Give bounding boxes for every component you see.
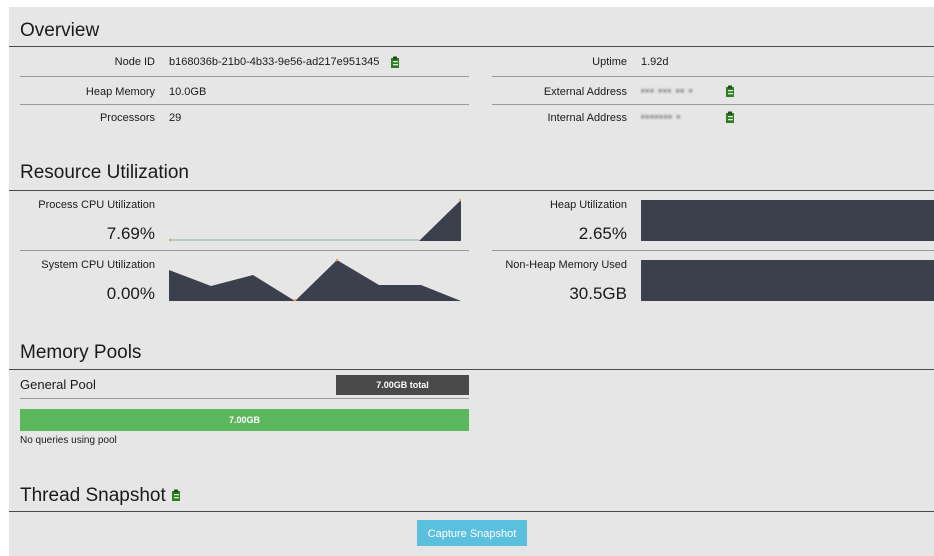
process-cpu-sparkline (169, 198, 461, 242)
internal-address-label: Internal Address (547, 112, 628, 124)
process-cpu-value: 7.69% (106, 224, 155, 243)
pool-total-badge: 7.00GB total (336, 375, 469, 395)
clipboard-icon[interactable] (170, 489, 182, 501)
non-heap-memory-value: 30.5GB (569, 284, 627, 303)
overview-row-divider (492, 76, 934, 77)
pool-usage-bar-fill: 7.00GB (20, 409, 469, 431)
overview-divider (9, 46, 934, 47)
heap-utilization-sparkline (641, 200, 934, 241)
node-id-value: b168036b-21b0-4b33-9e56-ad217e951345 (169, 56, 380, 68)
resource-divider (9, 190, 934, 191)
node-id-label: Node ID (114, 56, 155, 68)
external-address-redacted: ▪▪▪ ▪▪▪ ▪▪ ▪ (641, 86, 694, 97)
no-queries-message: No queries using pool (20, 435, 117, 446)
memory-pools-title: Memory Pools (20, 342, 142, 363)
uptime-label: Uptime (592, 56, 627, 68)
resource-row-divider (20, 250, 469, 251)
heap-utilization-value: 2.65% (578, 224, 627, 243)
system-cpu-label: System CPU Utilization (41, 259, 155, 271)
external-address-label: External Address (543, 86, 627, 98)
clipboard-icon[interactable] (724, 85, 736, 97)
thread-snapshot-title: Thread Snapshot (20, 485, 166, 506)
overview-title: Overview (20, 20, 100, 41)
capture-snapshot-button[interactable]: Capture Snapshot (417, 520, 527, 546)
heap-utilization-label: Heap Utilization (549, 199, 627, 211)
clipboard-icon[interactable] (389, 56, 401, 68)
heap-memory-value: 10.0GB (169, 86, 207, 98)
pool-usage-bar-track: 7.00GB (20, 409, 469, 431)
system-cpu-sparkline (169, 258, 461, 302)
uptime-value: 1.92d (641, 56, 669, 68)
resource-row-divider (492, 250, 934, 251)
overview-row-divider (20, 104, 469, 105)
general-pool-label: General Pool (20, 377, 96, 392)
non-heap-memory-label: Non-Heap Memory Used (505, 259, 627, 271)
process-cpu-label: Process CPU Utilization (38, 199, 155, 211)
overview-row-divider (20, 76, 469, 77)
thread-snapshot-divider (9, 511, 934, 512)
memory-pools-divider (9, 369, 934, 370)
resource-utilization-title: Resource Utilization (20, 162, 189, 183)
internal-address-redacted: ▪▪▪▪▪▪▪ ▪ (641, 112, 682, 123)
processors-label: Processors (99, 112, 155, 124)
processors-value: 29 (169, 112, 182, 124)
memory-pools-row-divider (20, 398, 469, 399)
system-cpu-value: 0.00% (106, 284, 155, 303)
non-heap-memory-sparkline (641, 260, 934, 301)
overview-row-divider (492, 104, 934, 105)
clipboard-icon[interactable] (724, 111, 736, 123)
heap-memory-label: Heap Memory (85, 86, 155, 98)
